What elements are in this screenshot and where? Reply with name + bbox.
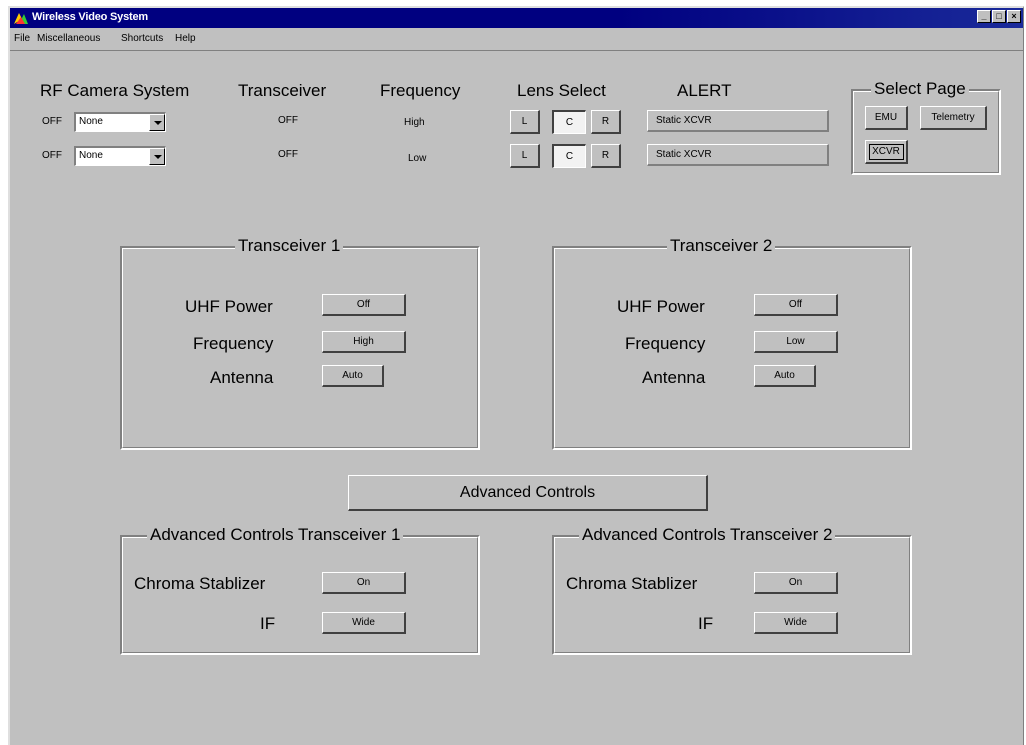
app-icon — [14, 13, 28, 24]
advanced-controls-button[interactable]: Advanced Controls — [348, 475, 708, 511]
camera-1-state: OFF — [42, 116, 62, 127]
advanced-transceiver-1-group: Advanced Controls Transceiver 1 Chroma S… — [120, 525, 480, 655]
emu-button[interactable]: EMU — [865, 106, 908, 130]
camera-2-state: OFF — [42, 150, 62, 161]
lens-1-center-button[interactable]: C — [552, 110, 586, 134]
advanced-1-if-label: IF — [260, 614, 276, 633]
advanced-1-if-button[interactable]: Wide — [322, 612, 406, 634]
advanced-transceiver-2-title: Advanced Controls Transceiver 2 — [579, 525, 836, 545]
transceiver-2-frequency-button[interactable]: Low — [754, 331, 838, 353]
lens-2-left-button[interactable]: L — [510, 144, 540, 168]
transceiver-2-status: OFF — [278, 149, 298, 160]
minimize-icon[interactable]: _ — [977, 10, 991, 23]
transceiver-1-status: OFF — [278, 115, 298, 126]
frequency-1-value: High — [404, 117, 425, 128]
window-title: Wireless Video System — [32, 11, 148, 23]
xcvr-button[interactable]: XCVR — [865, 140, 908, 164]
advanced-2-chroma-button[interactable]: On — [754, 572, 838, 594]
advanced-transceiver-2-group: Advanced Controls Transceiver 2 Chroma S… — [552, 525, 912, 655]
advanced-transceiver-1-title: Advanced Controls Transceiver 1 — [147, 525, 404, 545]
camera-1-select-value: None — [79, 116, 103, 127]
menu-file[interactable]: File — [14, 33, 30, 44]
title-bar[interactable]: Wireless Video System _ □ × — [10, 8, 1023, 28]
transceiver-2-frequency-label: Frequency — [625, 334, 706, 353]
advanced-2-chroma-label: Chroma Stablizer — [566, 574, 698, 593]
advanced-2-if-button[interactable]: Wide — [754, 612, 838, 634]
chevron-down-icon[interactable] — [149, 148, 165, 165]
lens-2-center-button[interactable]: C — [552, 144, 586, 168]
lens-select-heading: Lens Select — [517, 81, 606, 100]
advanced-1-chroma-button[interactable]: On — [322, 572, 406, 594]
select-page-title: Select Page — [871, 79, 969, 99]
transceiver-1-antenna-label: Antenna — [210, 368, 274, 387]
transceiver-2-antenna-label: Antenna — [642, 368, 706, 387]
telemetry-button[interactable]: Telemetry — [920, 106, 987, 130]
close-icon[interactable]: × — [1007, 10, 1021, 23]
maximize-icon[interactable]: □ — [992, 10, 1006, 23]
menu-shortcuts[interactable]: Shortcuts — [121, 33, 163, 44]
frequency-heading: Frequency — [380, 81, 461, 100]
chevron-down-icon[interactable] — [149, 114, 165, 131]
camera-2-select[interactable]: None — [74, 146, 166, 166]
menu-help[interactable]: Help — [175, 33, 196, 44]
advanced-2-if-label: IF — [698, 614, 714, 633]
main-window: Wireless Video System _ □ × File Miscell… — [8, 6, 1024, 745]
transceiver-1-frequency-label: Frequency — [193, 334, 274, 353]
transceiver-1-title: Transceiver 1 — [235, 236, 344, 256]
transceiver-2-group: Transceiver 2 UHF Power Off Frequency Lo… — [552, 236, 912, 450]
transceiver-1-uhf-label: UHF Power — [185, 297, 273, 316]
camera-2-select-value: None — [79, 150, 103, 161]
transceiver-1-antenna-button[interactable]: Auto — [322, 365, 384, 387]
advanced-1-chroma-label: Chroma Stablizer — [134, 574, 266, 593]
client-area: RF Camera System Transceiver Frequency L… — [10, 50, 1023, 745]
transceiver-2-uhf-label: UHF Power — [617, 297, 705, 316]
select-page-group: Select Page EMU Telemetry XCVR — [851, 79, 1001, 175]
transceiver-1-group: Transceiver 1 UHF Power Off Frequency Hi… — [120, 236, 480, 450]
lens-2-right-button[interactable]: R — [591, 144, 621, 168]
transceiver-2-title: Transceiver 2 — [667, 236, 776, 256]
camera-1-select[interactable]: None — [74, 112, 166, 132]
menu-miscellaneous[interactable]: Miscellaneous — [37, 33, 100, 44]
menu-bar: File Miscellaneous Shortcuts Help — [10, 29, 1023, 48]
transceiver-1-frequency-button[interactable]: High — [322, 331, 406, 353]
lens-1-right-button[interactable]: R — [591, 110, 621, 134]
alert-1-display: Static XCVR — [647, 110, 829, 132]
frequency-2-value: Low — [408, 153, 427, 164]
alert-heading: ALERT — [677, 81, 732, 100]
transceiver-1-uhf-power-button[interactable]: Off — [322, 294, 406, 316]
transceiver-2-uhf-power-button[interactable]: Off — [754, 294, 838, 316]
lens-1-left-button[interactable]: L — [510, 110, 540, 134]
transceiver-2-antenna-button[interactable]: Auto — [754, 365, 816, 387]
transceiver-heading: Transceiver — [238, 81, 327, 100]
rf-camera-system-heading: RF Camera System — [40, 81, 190, 100]
alert-2-display: Static XCVR — [647, 144, 829, 166]
